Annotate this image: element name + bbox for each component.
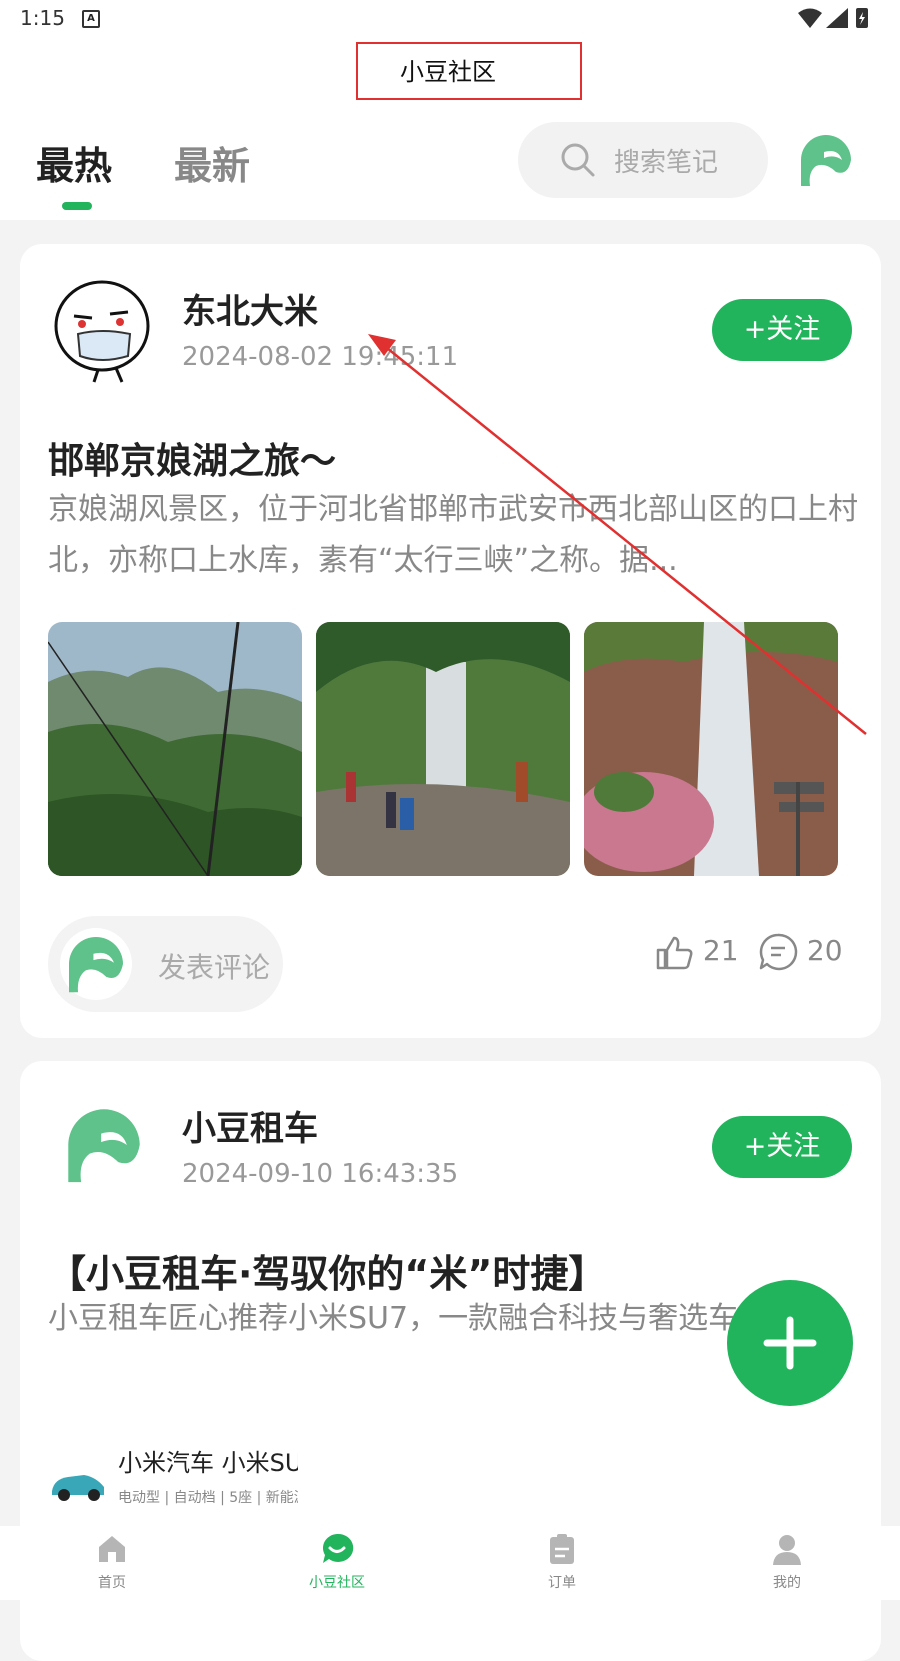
tab-active-indicator — [62, 202, 92, 210]
nav-profile-label: 我的 — [773, 1575, 801, 1591]
post-excerpt[interactable]: 京娘湖风景区，位于河北省邯郸市武安市西北部山区的口上村北，亦称口上水库，素有“太… — [48, 484, 858, 586]
author-avatar[interactable] — [50, 278, 156, 384]
nav-orders[interactable]: 订单 — [517, 1532, 607, 1592]
nav-community-label: 小豆社区 — [309, 1575, 365, 1591]
community-icon — [322, 1533, 354, 1563]
author-name[interactable]: 小豆租车 — [182, 1101, 318, 1150]
status-indicator-a: A — [82, 10, 100, 28]
create-post-button[interactable] — [727, 1280, 853, 1406]
author-name[interactable]: 东北大米 — [182, 284, 318, 333]
nav-community[interactable]: 小豆社区 — [292, 1532, 382, 1592]
follow-button[interactable]: +关注 — [712, 299, 852, 361]
post-image-3[interactable] — [584, 622, 838, 876]
car-specs: 电动型 | 自动档 | 5座 | 新能源 — [118, 1490, 298, 1506]
post-title[interactable]: 【小豆租车·驾驭你的“米”时捷】 — [48, 1243, 606, 1298]
post-image-1[interactable] — [48, 622, 302, 876]
mountain-cable-car-photo — [48, 622, 302, 876]
plus-icon — [763, 1316, 817, 1370]
status-bar: 1:15 A — [0, 0, 900, 40]
profile-icon — [773, 1535, 801, 1565]
post-image-2[interactable] — [316, 622, 570, 876]
comment-button[interactable]: 20 — [758, 932, 843, 972]
comment-placeholder[interactable]: 发表评论 — [158, 946, 270, 986]
bottom-nav: 首页 小豆社区 订单 我的 — [0, 1526, 900, 1600]
comment-avatar — [60, 928, 132, 1000]
search-bar[interactable]: 搜索笔记 — [518, 122, 768, 198]
waterfall-visitors-photo — [316, 622, 570, 876]
app-logo-icon[interactable] — [798, 132, 854, 188]
post-date: 2024-09-10 16:43:35 — [182, 1159, 459, 1189]
follow-button[interactable]: +关注 — [712, 1116, 852, 1178]
tab-new[interactable]: 最新 — [174, 135, 250, 190]
order-icon — [550, 1534, 574, 1564]
comment-count: 20 — [806, 934, 843, 967]
thumbs-up-icon — [656, 936, 693, 970]
like-button[interactable]: 21 — [654, 932, 739, 972]
signal-icon — [826, 8, 848, 28]
car-name[interactable]: 小米汽车 小米SU — [118, 1443, 298, 1478]
home-icon — [99, 1536, 125, 1562]
header: 小豆社区 最热 最新 搜索笔记 — [0, 40, 900, 220]
waterfall-signpost-photo — [584, 622, 838, 876]
post-title[interactable]: 邯郸京娘湖之旅～ — [48, 432, 336, 484]
battery-charging-icon — [856, 8, 868, 28]
search-input[interactable]: 搜索笔记 — [614, 142, 718, 179]
nav-orders-label: 订单 — [548, 1575, 576, 1591]
wifi-icon — [798, 8, 822, 28]
annotation-label: 小豆社区 — [400, 58, 496, 86]
status-icons — [798, 6, 878, 36]
car-thumbnail[interactable] — [48, 1461, 108, 1503]
post-date: 2024-08-02 19:45:11 — [182, 342, 459, 372]
nav-home-label: 首页 — [98, 1575, 126, 1591]
post-card-1[interactable]: 东北大米 2024-08-02 19:45:11 +关注 邯郸京娘湖之旅～ 京娘… — [20, 244, 881, 1038]
nav-profile[interactable]: 我的 — [742, 1532, 832, 1592]
like-count: 21 — [702, 934, 739, 967]
search-icon — [561, 143, 595, 177]
nav-home[interactable]: 首页 — [67, 1532, 157, 1592]
comment-input[interactable]: 发表评论 — [48, 916, 283, 1012]
author-avatar-logo-icon[interactable] — [64, 1105, 144, 1185]
status-time: 1:15 — [20, 6, 65, 30]
user-logo-icon — [69, 937, 123, 993]
comment-icon — [759, 933, 798, 971]
tab-hot[interactable]: 最热 — [36, 135, 112, 190]
